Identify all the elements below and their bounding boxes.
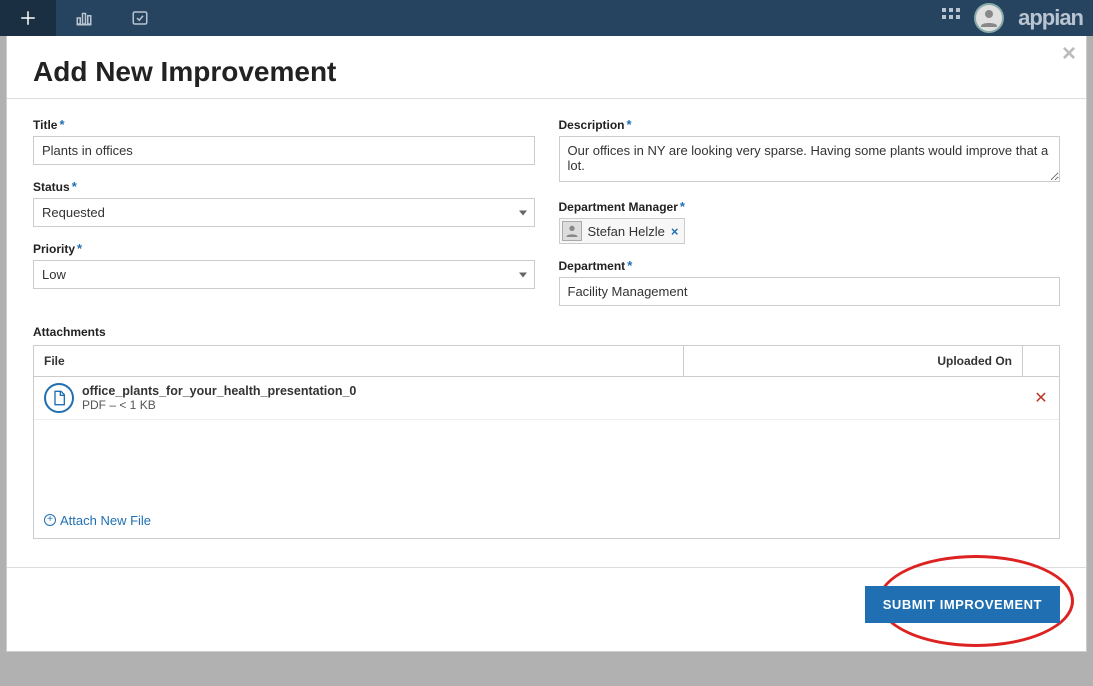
status-select[interactable]: Requested: [33, 198, 535, 227]
description-textarea[interactable]: Our offices in NY are looking very spars…: [559, 136, 1061, 182]
document-icon: [44, 383, 74, 413]
brand-logo: appian: [1018, 5, 1083, 31]
topbar: appian: [0, 0, 1093, 36]
plus-icon: +: [44, 514, 56, 526]
dept-manager-label: Department Manager: [559, 200, 678, 214]
divider: [7, 98, 1086, 99]
attachments-label: Attachments: [33, 325, 106, 339]
add-improvement-modal: × Add New Improvement Title* Status* Req…: [6, 36, 1087, 652]
submit-improvement-button[interactable]: SUBMIT IMPROVEMENT: [865, 586, 1060, 623]
required-icon: *: [77, 241, 82, 256]
col-file: File: [34, 346, 684, 376]
nav-add-icon[interactable]: [0, 0, 56, 36]
manager-chip-label: Stefan Helzle: [588, 224, 665, 239]
user-avatar[interactable]: [974, 3, 1004, 33]
attachments-table: File Uploaded On office_plants_for_your_…: [33, 345, 1060, 539]
page-title: Add New Improvement: [33, 56, 1060, 88]
close-icon[interactable]: ×: [1062, 42, 1076, 66]
priority-label: Priority: [33, 242, 75, 256]
attach-new-file-label: Attach New File: [60, 513, 151, 528]
modal-footer: SUBMIT IMPROVEMENT: [7, 567, 1086, 651]
file-meta: PDF – < 1 KB: [82, 398, 356, 412]
department-input[interactable]: [559, 277, 1061, 306]
nav-tasks-icon[interactable]: [112, 0, 168, 36]
col-uploaded: Uploaded On: [684, 346, 1023, 376]
required-icon: *: [59, 117, 64, 132]
required-icon: *: [680, 199, 685, 214]
title-label: Title: [33, 118, 57, 132]
description-label: Description: [559, 118, 625, 132]
chip-remove-icon[interactable]: ×: [671, 224, 679, 239]
file-name: office_plants_for_your_health_presentati…: [82, 384, 356, 398]
priority-select[interactable]: Low: [33, 260, 535, 289]
table-row: office_plants_for_your_health_presentati…: [34, 377, 1059, 420]
delete-row-icon[interactable]: ✕: [1023, 388, 1059, 408]
nav-reports-icon[interactable]: [56, 0, 112, 36]
app-launcher-icon[interactable]: [942, 8, 960, 29]
uploaded-cell: [684, 392, 1023, 404]
required-icon: *: [72, 179, 77, 194]
department-label: Department: [559, 259, 626, 273]
manager-chip[interactable]: Stefan Helzle ×: [559, 218, 686, 244]
required-icon: *: [627, 117, 632, 132]
required-icon: *: [627, 258, 632, 273]
attach-new-file-link[interactable]: + Attach New File: [44, 513, 151, 528]
avatar-icon: [562, 221, 582, 241]
status-label: Status: [33, 180, 70, 194]
title-input[interactable]: [33, 136, 535, 165]
